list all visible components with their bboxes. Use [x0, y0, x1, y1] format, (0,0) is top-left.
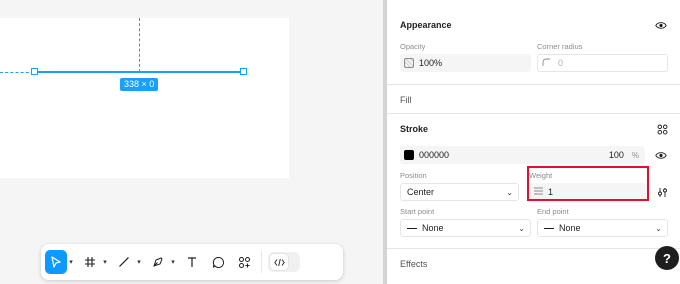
line-end-handle[interactable]	[240, 68, 247, 75]
opacity-value: 100%	[419, 58, 443, 68]
frame-tool[interactable]: ▾	[79, 249, 109, 275]
styles-grid-icon[interactable]	[655, 122, 669, 136]
percent-unit: %	[631, 150, 639, 160]
line-start-handle[interactable]	[31, 68, 38, 75]
vertical-guide	[139, 18, 140, 72]
app-root: 338 × 0 ▾ ▾ ▾ ▾ Appearance Opacity 100% …	[0, 0, 680, 284]
stroke-opacity-value[interactable]: 100	[609, 150, 624, 160]
section-divider	[387, 248, 680, 249]
actions-tool[interactable]	[233, 249, 255, 275]
pen-tool[interactable]: ▾	[147, 249, 177, 275]
code-icon	[270, 254, 288, 270]
eye-icon[interactable]	[654, 18, 668, 32]
bottom-toolbar: ▾ ▾ ▾ ▾	[41, 244, 343, 280]
hash-frame-icon[interactable]	[79, 250, 101, 274]
pen-icon[interactable]	[147, 250, 169, 274]
dimension-badge: 338 × 0	[120, 78, 159, 91]
end-point-option: None	[544, 223, 581, 233]
end-point-label: End point	[537, 207, 569, 216]
stroke-title: Stroke	[400, 124, 429, 134]
end-point-select[interactable]: None ⌄	[537, 219, 668, 237]
start-point-select[interactable]: None ⌄	[400, 219, 531, 237]
effects-title[interactable]: Effects	[400, 259, 427, 269]
chevron-down-icon: ⌄	[506, 187, 513, 197]
move-tool[interactable]: ▾	[45, 249, 75, 275]
chevron-down-icon[interactable]: ▾	[67, 258, 75, 266]
properties-panel: Appearance Opacity 100% Corner radius 0 …	[387, 0, 680, 284]
help-button[interactable]: ?	[655, 246, 679, 270]
stroke-settings-icon[interactable]	[655, 185, 669, 199]
selected-line[interactable]	[35, 71, 244, 73]
corner-radius-field[interactable]: 0	[537, 54, 668, 72]
text-tool[interactable]	[181, 249, 203, 275]
section-divider	[387, 113, 680, 114]
actions-icon[interactable]	[233, 250, 255, 274]
corner-radius-label: Corner radius	[537, 42, 583, 51]
stroke-color-hex[interactable]: 000000	[419, 150, 449, 160]
opacity-icon	[404, 58, 414, 68]
weight-highlight-box	[527, 166, 649, 201]
color-swatch[interactable]	[404, 150, 414, 160]
horizontal-guide	[0, 72, 34, 73]
start-point-label: Start point	[400, 207, 435, 216]
design-canvas[interactable]: 338 × 0	[0, 0, 383, 284]
opacity-label: Opacity	[400, 42, 426, 51]
position-select[interactable]: Center ⌄	[400, 183, 519, 201]
appearance-title: Appearance	[400, 20, 452, 30]
canvas-frame[interactable]	[0, 18, 289, 178]
line-icon	[544, 227, 554, 229]
start-point-value: None	[422, 223, 444, 233]
comment-icon[interactable]	[207, 250, 229, 274]
stroke-color-field[interactable]: 000000 100 %	[400, 146, 645, 164]
chevron-down-icon: ⌄	[518, 223, 525, 233]
line-icon[interactable]	[113, 250, 135, 274]
corner-radius-icon	[542, 58, 550, 68]
section-divider	[387, 84, 680, 85]
start-point-option: None	[407, 223, 444, 233]
chevron-down-icon[interactable]: ▾	[135, 258, 143, 266]
corner-radius-value: 0	[558, 58, 564, 68]
chevron-down-icon[interactable]: ▾	[169, 258, 177, 266]
position-label: Position	[400, 171, 427, 180]
line-tool[interactable]: ▾	[113, 249, 143, 275]
dev-mode-toggle[interactable]	[268, 252, 300, 272]
chevron-down-icon[interactable]: ▾	[101, 258, 109, 266]
fill-title[interactable]: Fill	[400, 95, 412, 105]
text-icon[interactable]	[181, 250, 203, 274]
end-point-value: None	[559, 223, 581, 233]
toolbar-divider	[261, 251, 262, 273]
opacity-field[interactable]: 100%	[400, 54, 531, 72]
eye-icon[interactable]	[654, 148, 668, 162]
chevron-down-icon: ⌄	[655, 223, 662, 233]
position-value: Center	[407, 187, 435, 197]
line-icon	[407, 227, 417, 229]
comment-tool[interactable]	[207, 249, 229, 275]
pointer-icon[interactable]	[45, 250, 67, 274]
